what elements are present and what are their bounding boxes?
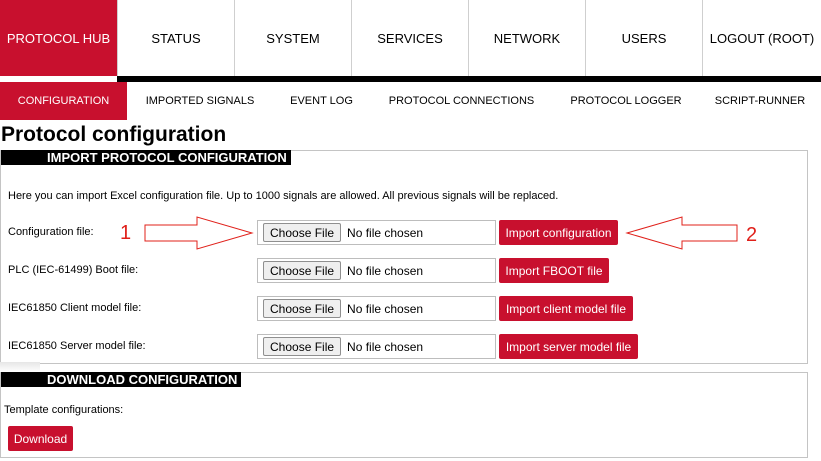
import-server-model-button[interactable]: Import server model file [499,334,638,359]
server-model-file-input[interactable]: Choose File No file chosen [257,334,496,359]
import-client-model-button[interactable]: Import client model file [499,296,633,321]
nav-services[interactable]: SERVICES [351,0,468,76]
download-button[interactable]: Download [8,426,73,451]
tab-script-runner[interactable]: SCRIPT-RUNNER [699,82,821,120]
tab-event-log[interactable]: EVENT LOG [273,82,370,120]
nav-users[interactable]: USERS [585,0,702,76]
file-status: No file chosen [347,301,424,316]
choose-file-button[interactable]: Choose File [263,223,342,242]
section-shadow [0,362,40,372]
configuration-file-label: Configuration file: [8,226,94,238]
nav-network[interactable]: NETWORK [468,0,585,76]
server-model-file-label: IEC61850 Server model file: [8,340,146,352]
tab-protocol-connections[interactable]: PROTOCOL CONNECTIONS [370,82,553,120]
import-description: Here you can import Excel configuration … [8,190,559,202]
file-status: No file chosen [347,225,424,240]
top-navigation: PROTOCOL HUB STATUS SYSTEM SERVICES NETW… [0,0,821,76]
choose-file-button[interactable]: Choose File [263,299,342,318]
template-configurations-label: Template configurations: [4,404,124,416]
page-title: Protocol configuration [1,123,227,146]
tab-protocol-logger[interactable]: PROTOCOL LOGGER [553,82,699,120]
annotation-marker-2: 2 [746,224,758,246]
import-section: IMPORT PROTOCOL CONFIGURATION [0,150,808,364]
plc-boot-file-label: PLC (IEC-61499) Boot file: [8,264,139,276]
plc-boot-file-input[interactable]: Choose File No file chosen [257,258,496,283]
download-section-header: DOWNLOAD CONFIGURATION [1,372,242,387]
nav-protocol-hub[interactable]: PROTOCOL HUB [0,0,117,76]
import-section-header: IMPORT PROTOCOL CONFIGURATION [1,150,291,165]
nav-status[interactable]: STATUS [117,0,234,76]
file-status: No file chosen [347,339,424,354]
sub-navigation: CONFIGURATION IMPORTED SIGNALS EVENT LOG… [0,82,821,120]
client-model-file-input[interactable]: Choose File No file chosen [257,296,496,321]
file-status: No file chosen [347,263,424,278]
import-configuration-button[interactable]: Import configuration [499,220,618,245]
tab-imported-signals[interactable]: IMPORTED SIGNALS [127,82,273,120]
annotation-marker-1: 1 [120,222,132,244]
nav-logout[interactable]: LOGOUT (ROOT) [702,0,821,76]
choose-file-button[interactable]: Choose File [263,337,342,356]
nav-system[interactable]: SYSTEM [234,0,351,76]
tab-configuration[interactable]: CONFIGURATION [0,82,127,120]
choose-file-button[interactable]: Choose File [263,261,342,280]
client-model-file-label: IEC61850 Client model file: [8,302,142,314]
import-fboot-button[interactable]: Import FBOOT file [499,258,609,283]
configuration-file-input[interactable]: Choose File No file chosen [257,220,496,245]
